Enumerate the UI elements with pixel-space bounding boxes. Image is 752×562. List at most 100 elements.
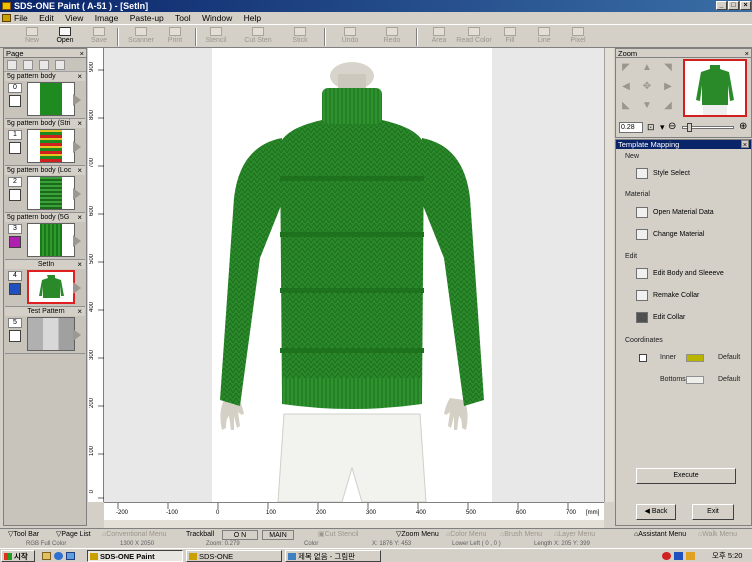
- menu-view[interactable]: View: [65, 13, 83, 23]
- zoom-value-input[interactable]: 0.28: [619, 122, 643, 133]
- minimize-button[interactable]: _: [716, 1, 727, 10]
- zoom-panel-close-button[interactable]: ×: [745, 49, 749, 58]
- stick-button[interactable]: Stick: [280, 26, 320, 47]
- page-arrow-icon[interactable]: [73, 329, 81, 341]
- zoom-preview[interactable]: [683, 59, 747, 117]
- bottoms-color-swatch[interactable]: [686, 376, 704, 384]
- menu-file[interactable]: File: [14, 13, 28, 23]
- print-button[interactable]: Print: [155, 26, 195, 47]
- nav-left-icon[interactable]: ◀: [620, 81, 632, 93]
- new-page-icon[interactable]: [7, 60, 17, 70]
- nav-up-icon[interactable]: ▲: [641, 62, 653, 74]
- delete-page-icon[interactable]: [39, 60, 49, 70]
- vertical-scrollbar[interactable]: [604, 48, 614, 502]
- edit-body-sleeve-item[interactable]: Edit Body and Sleeeve: [636, 267, 724, 281]
- inner-checkbox[interactable]: [639, 354, 647, 362]
- template-mapping-panel: Template Mapping × New Style Select Mater…: [615, 139, 752, 526]
- menu-paste-up[interactable]: Paste-up: [130, 13, 164, 23]
- zoom-fit-icon[interactable]: ⊡: [647, 122, 655, 133]
- page-item[interactable]: Test Pattern × 5: [5, 307, 85, 354]
- drawing-canvas[interactable]: [104, 48, 604, 503]
- page-type-icon: [9, 330, 21, 342]
- back-button[interactable]: ◀ Back: [636, 504, 676, 520]
- open-material-icon: [636, 206, 648, 218]
- zoom-panel-header: Zoom ×: [616, 49, 751, 58]
- page-close-icon[interactable]: ×: [77, 72, 82, 81]
- menu-edit[interactable]: Edit: [39, 13, 54, 23]
- page-thumbnail: [27, 176, 75, 210]
- tray-icon[interactable]: [674, 552, 683, 560]
- horizontal-scrollbar[interactable]: [104, 520, 604, 528]
- desktop-quicklaunch-icon[interactable]: [42, 552, 51, 560]
- trackball-main-button[interactable]: MAIN: [262, 530, 294, 540]
- maximize-button[interactable]: □: [728, 1, 739, 10]
- page-item-selected[interactable]: SetIn × 4: [5, 260, 85, 307]
- menu-image[interactable]: Image: [95, 13, 119, 23]
- browser-quicklaunch-icon[interactable]: [54, 552, 63, 560]
- remake-collar-item[interactable]: Remake Collar: [636, 289, 699, 303]
- edit-collar-item[interactable]: Edit Collar: [636, 311, 685, 325]
- menu-help[interactable]: Help: [244, 13, 261, 23]
- page-close-icon[interactable]: ×: [77, 119, 82, 128]
- task-sds-one-paint[interactable]: SDS-ONE Paint: [87, 550, 183, 562]
- nav-down-left-icon[interactable]: ◣: [620, 100, 632, 112]
- nav-up-left-icon[interactable]: ◤: [620, 62, 632, 74]
- pixel-button[interactable]: Pixel: [558, 26, 598, 47]
- zoom-out-icon[interactable]: ⊖: [668, 121, 676, 132]
- page-item[interactable]: 5g pattern body (Loc × 2: [5, 166, 85, 213]
- exit-button[interactable]: Exit: [692, 504, 734, 520]
- page-close-icon[interactable]: ×: [77, 260, 82, 269]
- undo-button[interactable]: Undo: [330, 26, 370, 47]
- section-edit: Edit: [625, 253, 638, 260]
- page-settings-icon[interactable]: [55, 60, 65, 70]
- inner-color-swatch[interactable]: [686, 354, 704, 362]
- start-button[interactable]: 시작: [1, 550, 35, 562]
- page-arrow-icon[interactable]: [73, 235, 81, 247]
- page-arrow-icon[interactable]: [73, 188, 81, 200]
- stencil-button[interactable]: Stencil: [196, 26, 236, 47]
- nav-up-right-icon[interactable]: ◥: [662, 62, 674, 74]
- page-thumbnail: [27, 270, 75, 304]
- page-panel-close-button[interactable]: ×: [80, 49, 84, 58]
- zoom-slider[interactable]: [682, 123, 734, 132]
- menu-tool[interactable]: Tool: [175, 13, 191, 23]
- page-close-icon[interactable]: ×: [77, 166, 82, 175]
- tray-icon[interactable]: [662, 552, 671, 560]
- change-material-item[interactable]: Change Material: [636, 228, 704, 242]
- zoom-dropdown-icon[interactable]: ▾: [660, 122, 665, 133]
- image-area[interactable]: [212, 48, 492, 503]
- page-item[interactable]: 5g pattern body (Stri × 1: [5, 119, 85, 166]
- page-close-icon[interactable]: ×: [77, 307, 82, 316]
- nav-center-icon[interactable]: ✥: [641, 81, 653, 93]
- explorer-quicklaunch-icon[interactable]: [66, 552, 75, 560]
- page-arrow-icon[interactable]: [73, 94, 81, 106]
- page-arrow-icon[interactable]: [73, 141, 81, 153]
- open-material-data-item[interactable]: Open Material Data: [636, 206, 714, 220]
- nav-down-icon[interactable]: ▼: [641, 100, 653, 112]
- close-button[interactable]: ×: [740, 1, 751, 10]
- page-item[interactable]: 5g pattern body × 0: [5, 72, 85, 119]
- trackball-on-button[interactable]: O N: [222, 530, 258, 540]
- template-mapping-close-button[interactable]: ×: [741, 140, 749, 148]
- zoom-in-icon[interactable]: ⊕: [739, 121, 747, 132]
- task-sds-one[interactable]: SDS-ONE: [186, 550, 282, 562]
- redo-button[interactable]: Redo: [372, 26, 412, 47]
- read-color-button[interactable]: Read Color: [454, 26, 494, 47]
- tray-icon[interactable]: [686, 552, 695, 560]
- style-select-item[interactable]: Style Select: [636, 167, 690, 181]
- area-button[interactable]: Area: [419, 26, 459, 47]
- menu-window[interactable]: Window: [202, 13, 232, 23]
- cut-stencil-button[interactable]: Cut Sten: [238, 26, 278, 47]
- open-icon: [59, 27, 71, 36]
- page-arrow-icon[interactable]: [73, 282, 81, 294]
- page-item[interactable]: 5g pattern body (5G × 3: [5, 213, 85, 260]
- nav-down-right-icon[interactable]: ◢: [662, 100, 674, 112]
- execute-button[interactable]: Execute: [636, 468, 736, 484]
- save-button[interactable]: Save: [79, 26, 119, 47]
- copy-page-icon[interactable]: [23, 60, 33, 70]
- nav-right-icon[interactable]: ▶: [662, 81, 674, 93]
- page-close-icon[interactable]: ×: [77, 213, 82, 222]
- document-icon: [2, 14, 11, 22]
- section-material: Material: [625, 191, 650, 198]
- task-mspaint[interactable]: 제목 없음 - 그림판: [285, 550, 381, 562]
